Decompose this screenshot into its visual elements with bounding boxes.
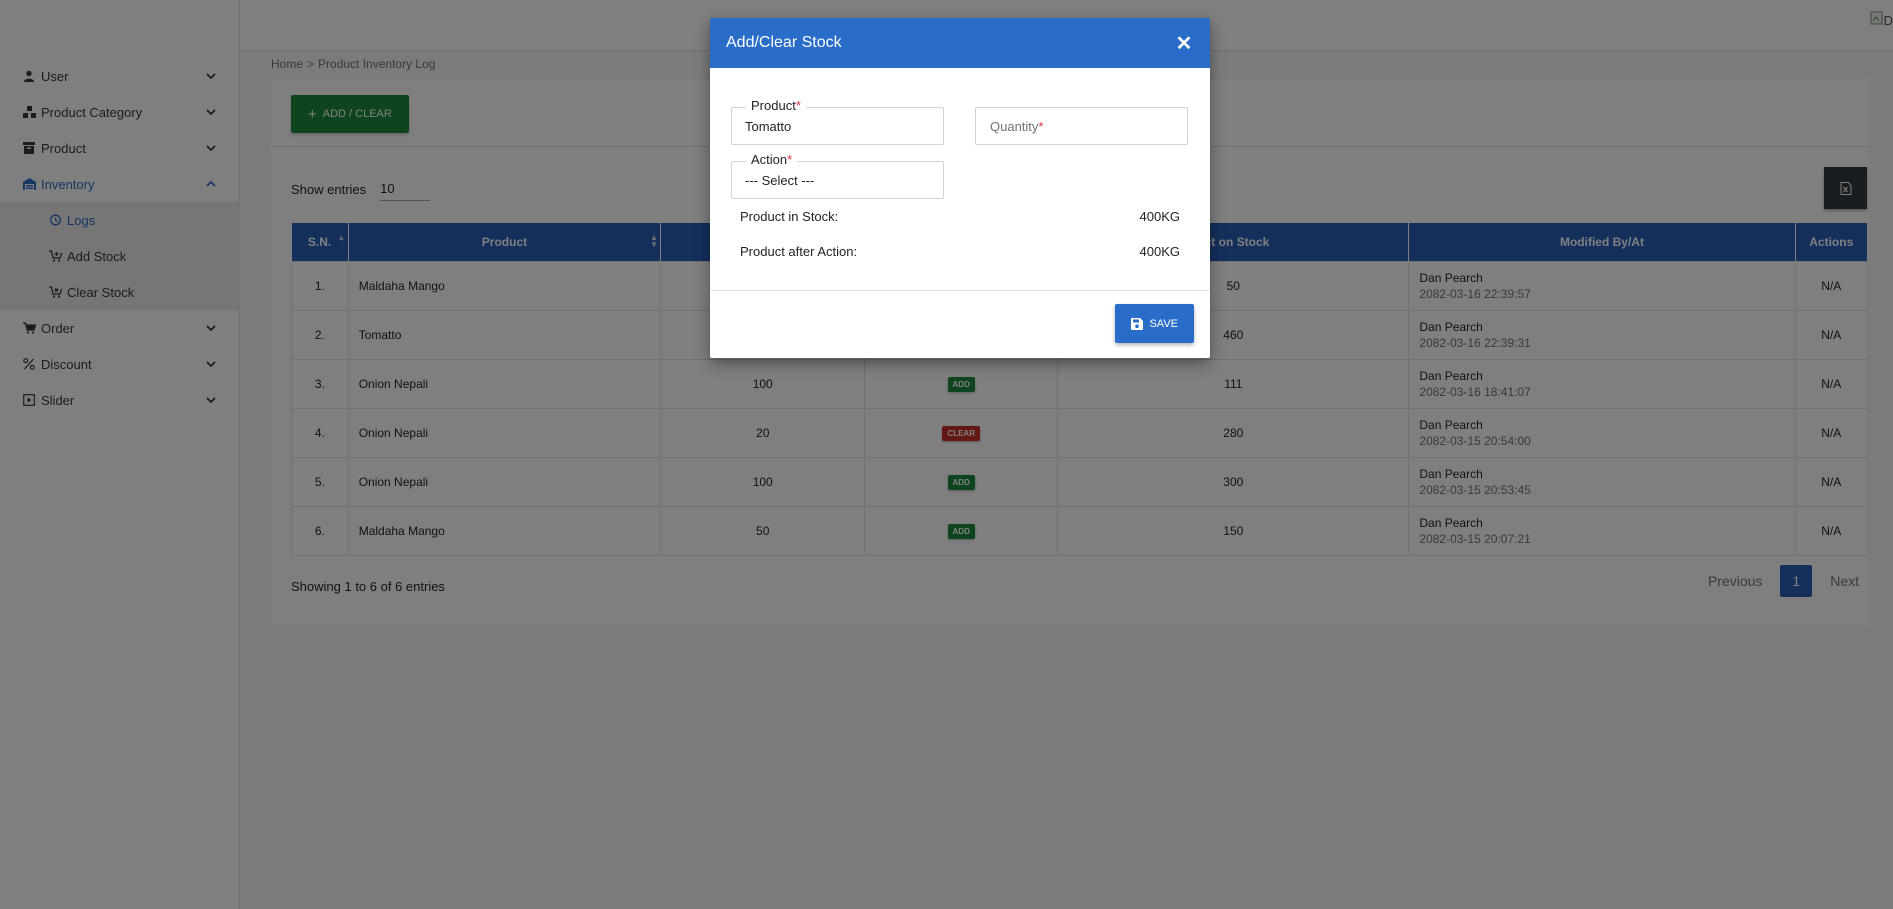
action-select[interactable]: Action* --- Select ---	[731, 152, 944, 199]
quantity-placeholder: Quantity*	[990, 119, 1044, 134]
modal-footer: SAVE	[710, 290, 1210, 358]
add-clear-stock-modal: Add/Clear Stock ✕ Product* Tomatto Quant…	[710, 18, 1210, 358]
modal-title: Add/Clear Stock	[726, 34, 842, 51]
save-label: SAVE	[1149, 317, 1178, 330]
action-field-label: Action*	[746, 152, 798, 167]
product-after-action-row: Product after Action: 400KG	[740, 244, 1180, 259]
quantity-field[interactable]: Quantity*	[975, 107, 1188, 145]
after-action-label: Product after Action:	[740, 244, 858, 259]
action-select-value: --- Select ---	[745, 173, 815, 188]
modal-header: Add/Clear Stock ✕	[710, 18, 1210, 68]
save-button[interactable]: SAVE	[1115, 304, 1194, 343]
product-in-stock-row: Product in Stock: 400KG	[740, 209, 1180, 224]
product-field[interactable]: Product* Tomatto	[731, 98, 944, 145]
in-stock-label: Product in Stock:	[740, 209, 839, 224]
in-stock-value: 400KG	[1139, 209, 1180, 224]
after-action-value: 400KG	[1139, 244, 1180, 259]
product-field-value: Tomatto	[745, 119, 792, 134]
save-icon	[1131, 317, 1144, 330]
product-field-label: Product*	[746, 98, 806, 113]
close-icon[interactable]: ✕	[1174, 33, 1194, 55]
